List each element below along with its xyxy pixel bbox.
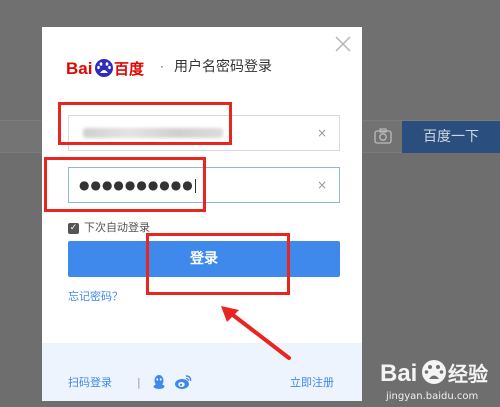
- close-icon[interactable]: ×: [315, 126, 329, 140]
- svg-text:Bai: Bai: [66, 59, 92, 78]
- camera-icon[interactable]: [374, 128, 392, 144]
- dialog-footer: 扫码登录 | 立即注册: [42, 343, 362, 401]
- search-button[interactable]: 百度一下: [402, 121, 500, 153]
- title-separator: ·: [160, 60, 164, 74]
- svg-text:经验: 经验: [448, 362, 488, 386]
- remember-label[interactable]: 下次自动登录: [84, 220, 150, 236]
- annotation-arrow-icon: [221, 306, 291, 360]
- baidu-jingyan-watermark: Bai 经验 jingyan.baidu.com: [380, 355, 498, 405]
- remember-checkbox[interactable]: ✓: [68, 223, 79, 234]
- login-dialog: Bai 百度 · 用户名密码登录 × ●●●●●●●●●● × ✓ 下次自动登录…: [42, 27, 362, 401]
- forgot-password-link[interactable]: 忘记密码？: [68, 289, 123, 305]
- qq-icon[interactable]: [152, 374, 166, 390]
- close-icon[interactable]: [334, 35, 352, 53]
- weibo-icon[interactable]: [174, 374, 192, 390]
- register-link[interactable]: 立即注册: [290, 375, 334, 391]
- watermark-logo: Bai 经验: [380, 360, 488, 387]
- footer-separator: |: [137, 376, 141, 389]
- baidu-logo: Bai 百度: [66, 59, 145, 78]
- annotation-box-username: [58, 102, 232, 145]
- annotation-box-password: [44, 157, 206, 212]
- scan-login-link[interactable]: 扫码登录: [68, 375, 112, 391]
- dialog-title: 用户名密码登录: [174, 59, 272, 75]
- close-icon[interactable]: ×: [315, 178, 329, 192]
- svg-text:百度: 百度: [114, 60, 145, 78]
- svg-text:Bai: Bai: [380, 360, 417, 387]
- annotation-box-login: [146, 233, 290, 295]
- watermark-url: jingyan.baidu.com: [386, 391, 479, 402]
